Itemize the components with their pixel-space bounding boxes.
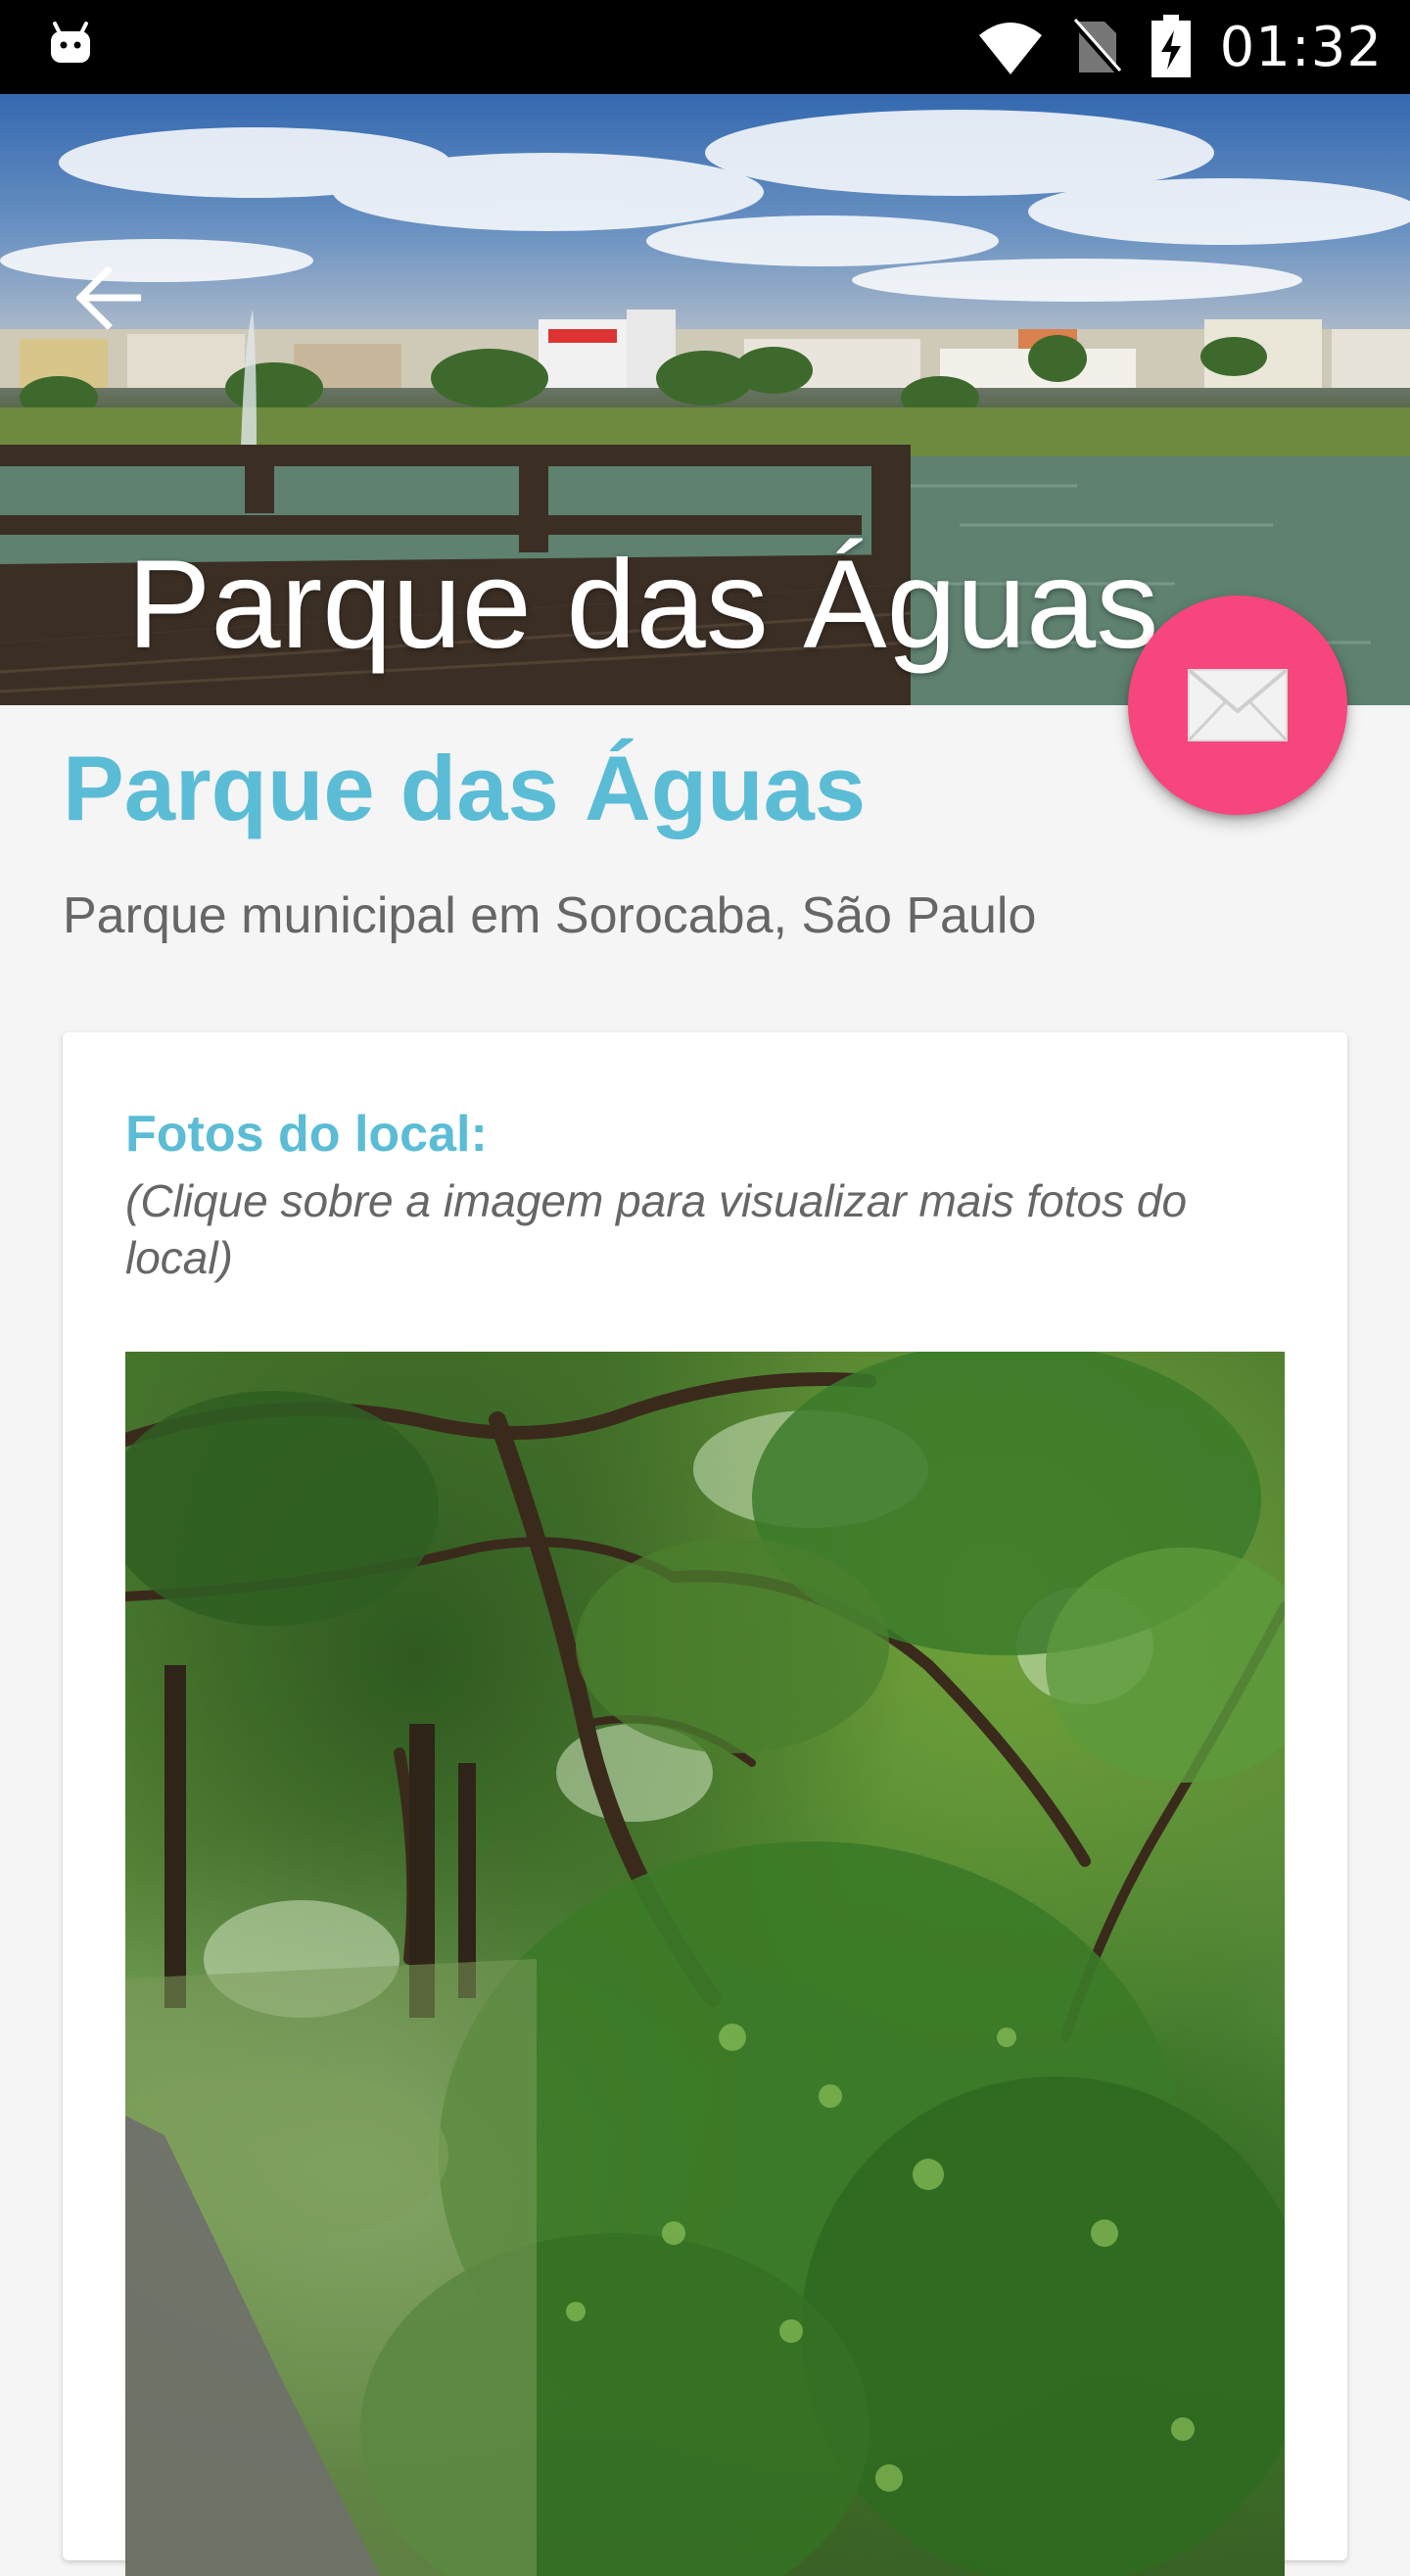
mail-icon	[1187, 668, 1289, 742]
hero-title: Parque das Águas	[127, 535, 1159, 675]
place-title: Parque das Águas	[63, 737, 867, 839]
status-time: 01:32	[1219, 15, 1383, 79]
arrow-left-icon	[76, 266, 141, 329]
wifi-icon	[978, 23, 1042, 74]
photos-hint: (Clique sobre a imagem para visualizar m…	[125, 1175, 1188, 1283]
place-photo[interactable]	[125, 1352, 1285, 2576]
battery-charging-icon	[1151, 15, 1191, 77]
status-icons: 01:32	[977, 12, 1383, 82]
back-button[interactable]	[63, 251, 157, 345]
photos-card: Fotos do local: (Clique sobre a imagem p…	[63, 1032, 1347, 2576]
send-email-button[interactable]	[1128, 596, 1347, 815]
android-icon	[51, 22, 90, 63]
status-bar: 01:32	[0, 0, 1410, 94]
place-photo-image	[125, 1352, 1285, 2576]
place-subtitle: Parque municipal em Sorocaba, São Paulo	[63, 887, 1037, 944]
photos-heading: Fotos do local:	[125, 1106, 488, 1163]
no-sim-icon	[1070, 19, 1122, 76]
